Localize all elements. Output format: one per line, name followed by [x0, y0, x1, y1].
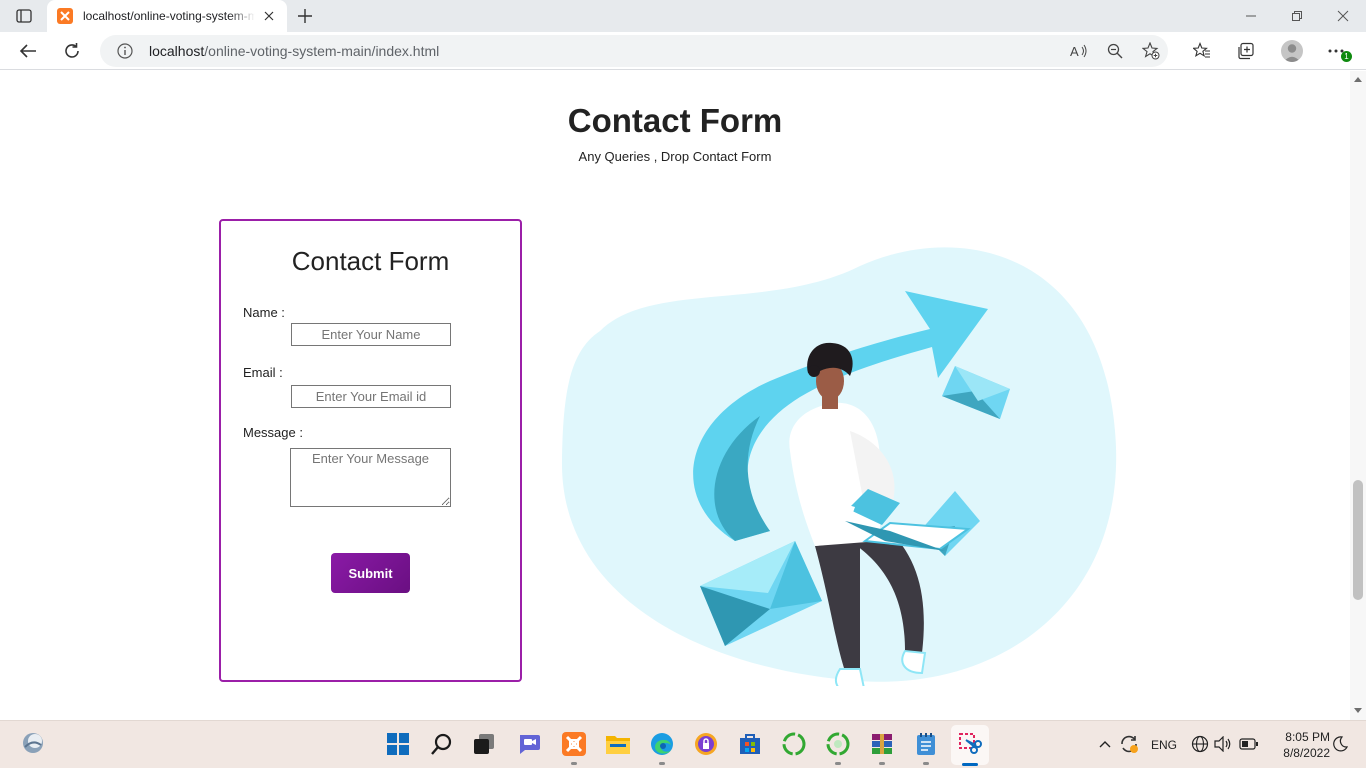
search-icon[interactable] — [429, 731, 455, 757]
tab-close-icon[interactable] — [261, 8, 277, 24]
clock-time: 8:05 PM — [1285, 730, 1330, 744]
battery-icon[interactable] — [1238, 734, 1260, 754]
url-path: /online-voting-system-main/index.html — [204, 43, 440, 59]
form-heading: Contact Form — [291, 246, 450, 276]
read-aloud-icon[interactable]: A — [1069, 41, 1089, 61]
language-indicator[interactable]: ENG — [1151, 738, 1177, 752]
browser-tab-strip: localhost/online-voting-system-main/inde… — [0, 0, 1366, 32]
favorites-icon[interactable] — [1188, 37, 1216, 65]
winrar-icon[interactable] — [869, 731, 895, 757]
xampp-icon[interactable] — [561, 731, 587, 757]
svg-text:A: A — [1070, 44, 1079, 59]
notifications-moon-icon[interactable] — [1330, 734, 1350, 754]
system-clock[interactable]: 8:05 PM 8/8/2022 — [1268, 729, 1330, 761]
store-icon[interactable] — [737, 731, 763, 757]
restore-button[interactable] — [1274, 0, 1320, 32]
running-indicator — [659, 762, 665, 765]
edge-icon[interactable] — [649, 731, 675, 757]
collections-icon[interactable] — [1232, 37, 1260, 65]
page-subtitle: Any Queries , Drop Contact Form — [578, 149, 772, 164]
running-indicator — [835, 762, 841, 765]
scroll-thumb[interactable] — [1353, 480, 1363, 600]
refresh-button[interactable] — [58, 37, 86, 65]
browser-toolbar: localhost/online-voting-system-main/inde… — [0, 32, 1366, 70]
page-title: Contact Form — [567, 102, 783, 139]
file-explorer-icon[interactable] — [605, 731, 631, 757]
running-indicator — [923, 762, 929, 765]
email-label: Email : — [243, 365, 283, 380]
snipping-tool-icon[interactable] — [957, 731, 983, 757]
close-window-button[interactable] — [1320, 0, 1366, 32]
url-host: localhost — [149, 43, 205, 59]
new-tab-button[interactable] — [294, 5, 316, 27]
task-view-icon[interactable] — [471, 731, 497, 757]
profile-avatar[interactable] — [1281, 40, 1303, 62]
site-info-icon[interactable] — [117, 43, 133, 64]
network-globe-icon[interactable] — [1190, 734, 1210, 754]
message-textarea[interactable] — [290, 448, 451, 507]
tab-actions-icon[interactable] — [10, 6, 38, 26]
app-green-icon[interactable] — [781, 731, 807, 757]
email-input[interactable] — [291, 385, 451, 408]
widgets-icon[interactable] — [20, 730, 46, 756]
volume-icon[interactable] — [1213, 734, 1233, 754]
active-app-indicator — [962, 763, 978, 766]
profile-notification-badge: 1 — [1341, 51, 1352, 62]
chevron-up-icon[interactable] — [1095, 734, 1115, 754]
minimize-button[interactable] — [1228, 0, 1274, 32]
name-input[interactable] — [291, 323, 451, 346]
scroll-down-icon[interactable] — [1354, 708, 1362, 713]
vpn-icon[interactable] — [693, 731, 719, 757]
url-text: localhost/online-voting-system-main/inde… — [149, 43, 439, 59]
submit-button[interactable]: Submit — [331, 553, 410, 593]
vertical-scrollbar[interactable] — [1350, 71, 1366, 720]
running-indicator — [571, 762, 577, 765]
zoom-out-icon[interactable] — [1105, 41, 1125, 61]
tab-title: localhost/online-voting-system-main/inde… — [83, 9, 255, 23]
contact-illustration — [561, 247, 1117, 686]
xampp-favicon-icon — [57, 8, 73, 24]
app-green-icon-2[interactable] — [825, 731, 851, 757]
running-indicator — [879, 762, 885, 765]
add-favorite-icon[interactable] — [1141, 41, 1161, 61]
chat-icon[interactable] — [516, 731, 542, 757]
notepad-icon[interactable] — [913, 731, 939, 757]
page-content: Contact Form Any Queries , Drop Contact … — [0, 71, 1350, 720]
scroll-up-icon[interactable] — [1354, 77, 1362, 82]
browser-tab[interactable]: localhost/online-voting-system-main/inde… — [47, 0, 287, 32]
start-icon[interactable] — [385, 731, 411, 757]
clock-date: 8/8/2022 — [1283, 746, 1330, 760]
name-label: Name : — [243, 305, 285, 320]
contact-form-card: Contact Form Name : Email : Message : Su… — [219, 219, 522, 682]
address-bar[interactable]: localhost/online-voting-system-main/inde… — [100, 35, 1168, 67]
taskbar: ENG 8:05 PM 8/8/2022 — [0, 720, 1366, 768]
message-label: Message : — [243, 425, 303, 440]
back-button[interactable] — [14, 37, 42, 65]
sync-icon[interactable] — [1118, 733, 1140, 755]
